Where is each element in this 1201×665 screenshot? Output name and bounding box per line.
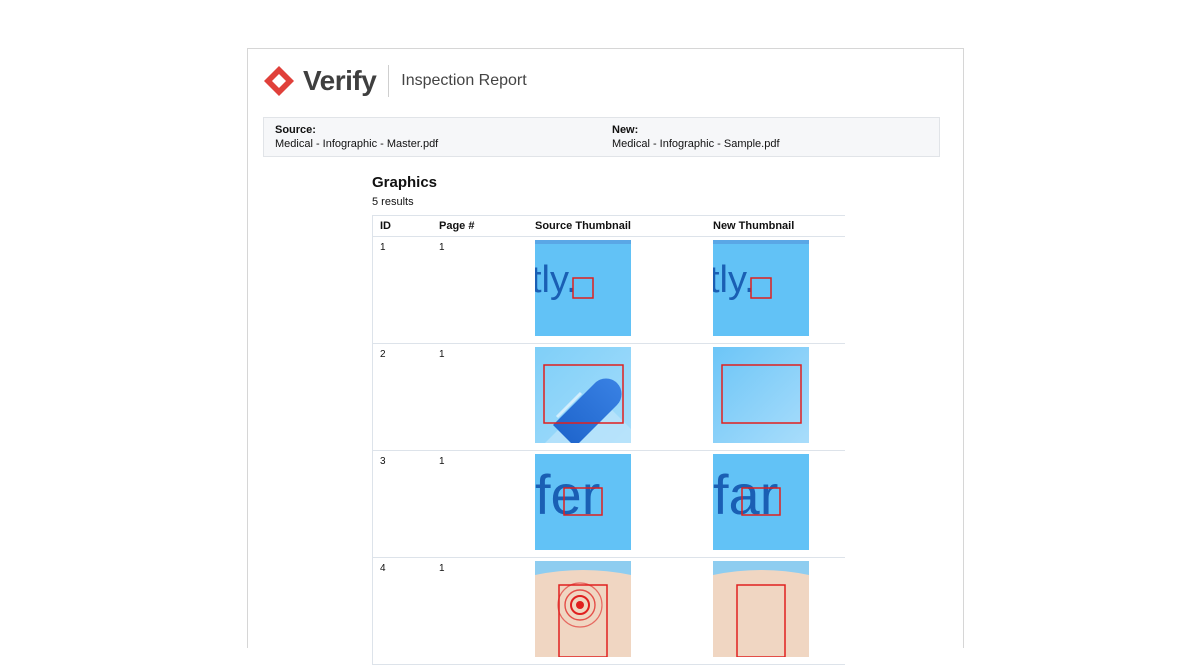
new-thumbnail[interactable]: tly.: [713, 240, 809, 336]
thumb-text: fer: [535, 463, 600, 526]
verify-logo-icon: [263, 65, 295, 97]
new-label: New:: [612, 124, 639, 136]
table-row[interactable]: 3 1 fer far: [372, 451, 845, 558]
source-thumbnail[interactable]: tly.: [535, 240, 631, 336]
row-page: 1: [439, 349, 445, 360]
new-thumbnail[interactable]: far: [713, 454, 809, 550]
table-header: ID Page # Source Thumbnail New Thumbnail: [372, 215, 845, 237]
row-page: 1: [439, 456, 445, 467]
source-thumbnail[interactable]: fer: [535, 454, 631, 550]
thumb-text: far: [713, 463, 778, 526]
source-label: Source:: [275, 124, 316, 136]
row-id: 4: [380, 563, 386, 574]
new-file: New: Medical - Infographic - Sample.pdf: [612, 124, 780, 151]
section-title: Graphics: [372, 174, 438, 191]
results-count: 5 results: [372, 196, 414, 208]
graphics-table: ID Page # Source Thumbnail New Thumbnail…: [372, 215, 845, 665]
brand-name: Verify: [303, 65, 377, 96]
new-thumbnail[interactable]: [713, 561, 809, 657]
thumb-text: tly.: [535, 259, 577, 301]
new-file-name: Medical - Infographic - Sample.pdf: [612, 138, 780, 150]
table-row[interactable]: 1 1 tly. tly.: [372, 237, 845, 344]
column-header-id: ID: [380, 220, 391, 232]
table-row[interactable]: 2 1: [372, 344, 845, 451]
header-divider: [388, 65, 390, 97]
row-id: 1: [380, 242, 386, 253]
column-header-page: Page #: [439, 220, 475, 232]
new-thumbnail[interactable]: [713, 347, 809, 443]
column-header-source-thumbnail: Source Thumbnail: [535, 220, 631, 232]
report-page: Verify Inspection Report Source: Medical…: [247, 48, 964, 665]
row-id: 3: [380, 456, 386, 467]
source-file: Source: Medical - Infographic - Master.p…: [275, 124, 438, 151]
table-row[interactable]: 4 1: [372, 558, 845, 665]
source-thumbnail[interactable]: [535, 561, 631, 657]
row-page: 1: [439, 242, 445, 253]
thumb-text: tly.: [713, 259, 755, 301]
source-thumbnail[interactable]: [535, 347, 631, 443]
row-id: 2: [380, 349, 386, 360]
file-comparison-box: Source: Medical - Infographic - Master.p…: [263, 117, 940, 157]
column-header-new-thumbnail: New Thumbnail: [713, 220, 795, 232]
graphics-section: Graphics 5 results: [372, 173, 845, 210]
row-page: 1: [439, 563, 445, 574]
source-file-name: Medical - Infographic - Master.pdf: [275, 138, 439, 150]
report-header: Verify Inspection Report: [263, 63, 527, 99]
report-title: Inspection Report: [401, 72, 527, 89]
